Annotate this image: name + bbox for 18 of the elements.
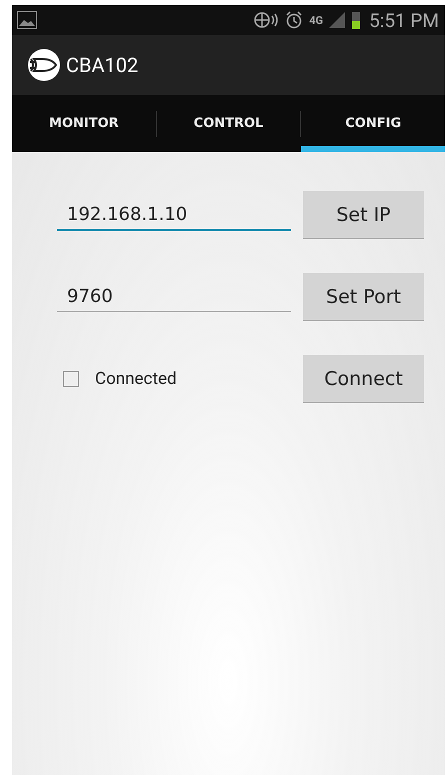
battery-icon [351,11,362,29]
checkbox[interactable] [63,371,79,387]
app-title: CBA102 [66,53,138,77]
tab[interactable]: MONITOR [12,95,156,152]
nfc-icon [253,11,280,29]
text-field[interactable]: 192.168.1.10 [57,200,291,230]
text-field[interactable]: 9760 [57,282,291,312]
checkbox-label: Connected [95,369,177,389]
tab[interactable]: CONTROL [156,95,300,152]
logic-gate-logo-icon [28,49,60,81]
picture-notification-icon [17,11,37,29]
alarm-icon [285,11,304,29]
status-time: 5:51 PM [369,8,439,32]
action-button[interactable]: Set Port [303,273,424,321]
action-button[interactable]: Connect [303,355,424,403]
signal-icon [329,12,346,28]
action-button[interactable]: Set IP [303,191,424,239]
network-type-label: 4G [309,14,324,26]
